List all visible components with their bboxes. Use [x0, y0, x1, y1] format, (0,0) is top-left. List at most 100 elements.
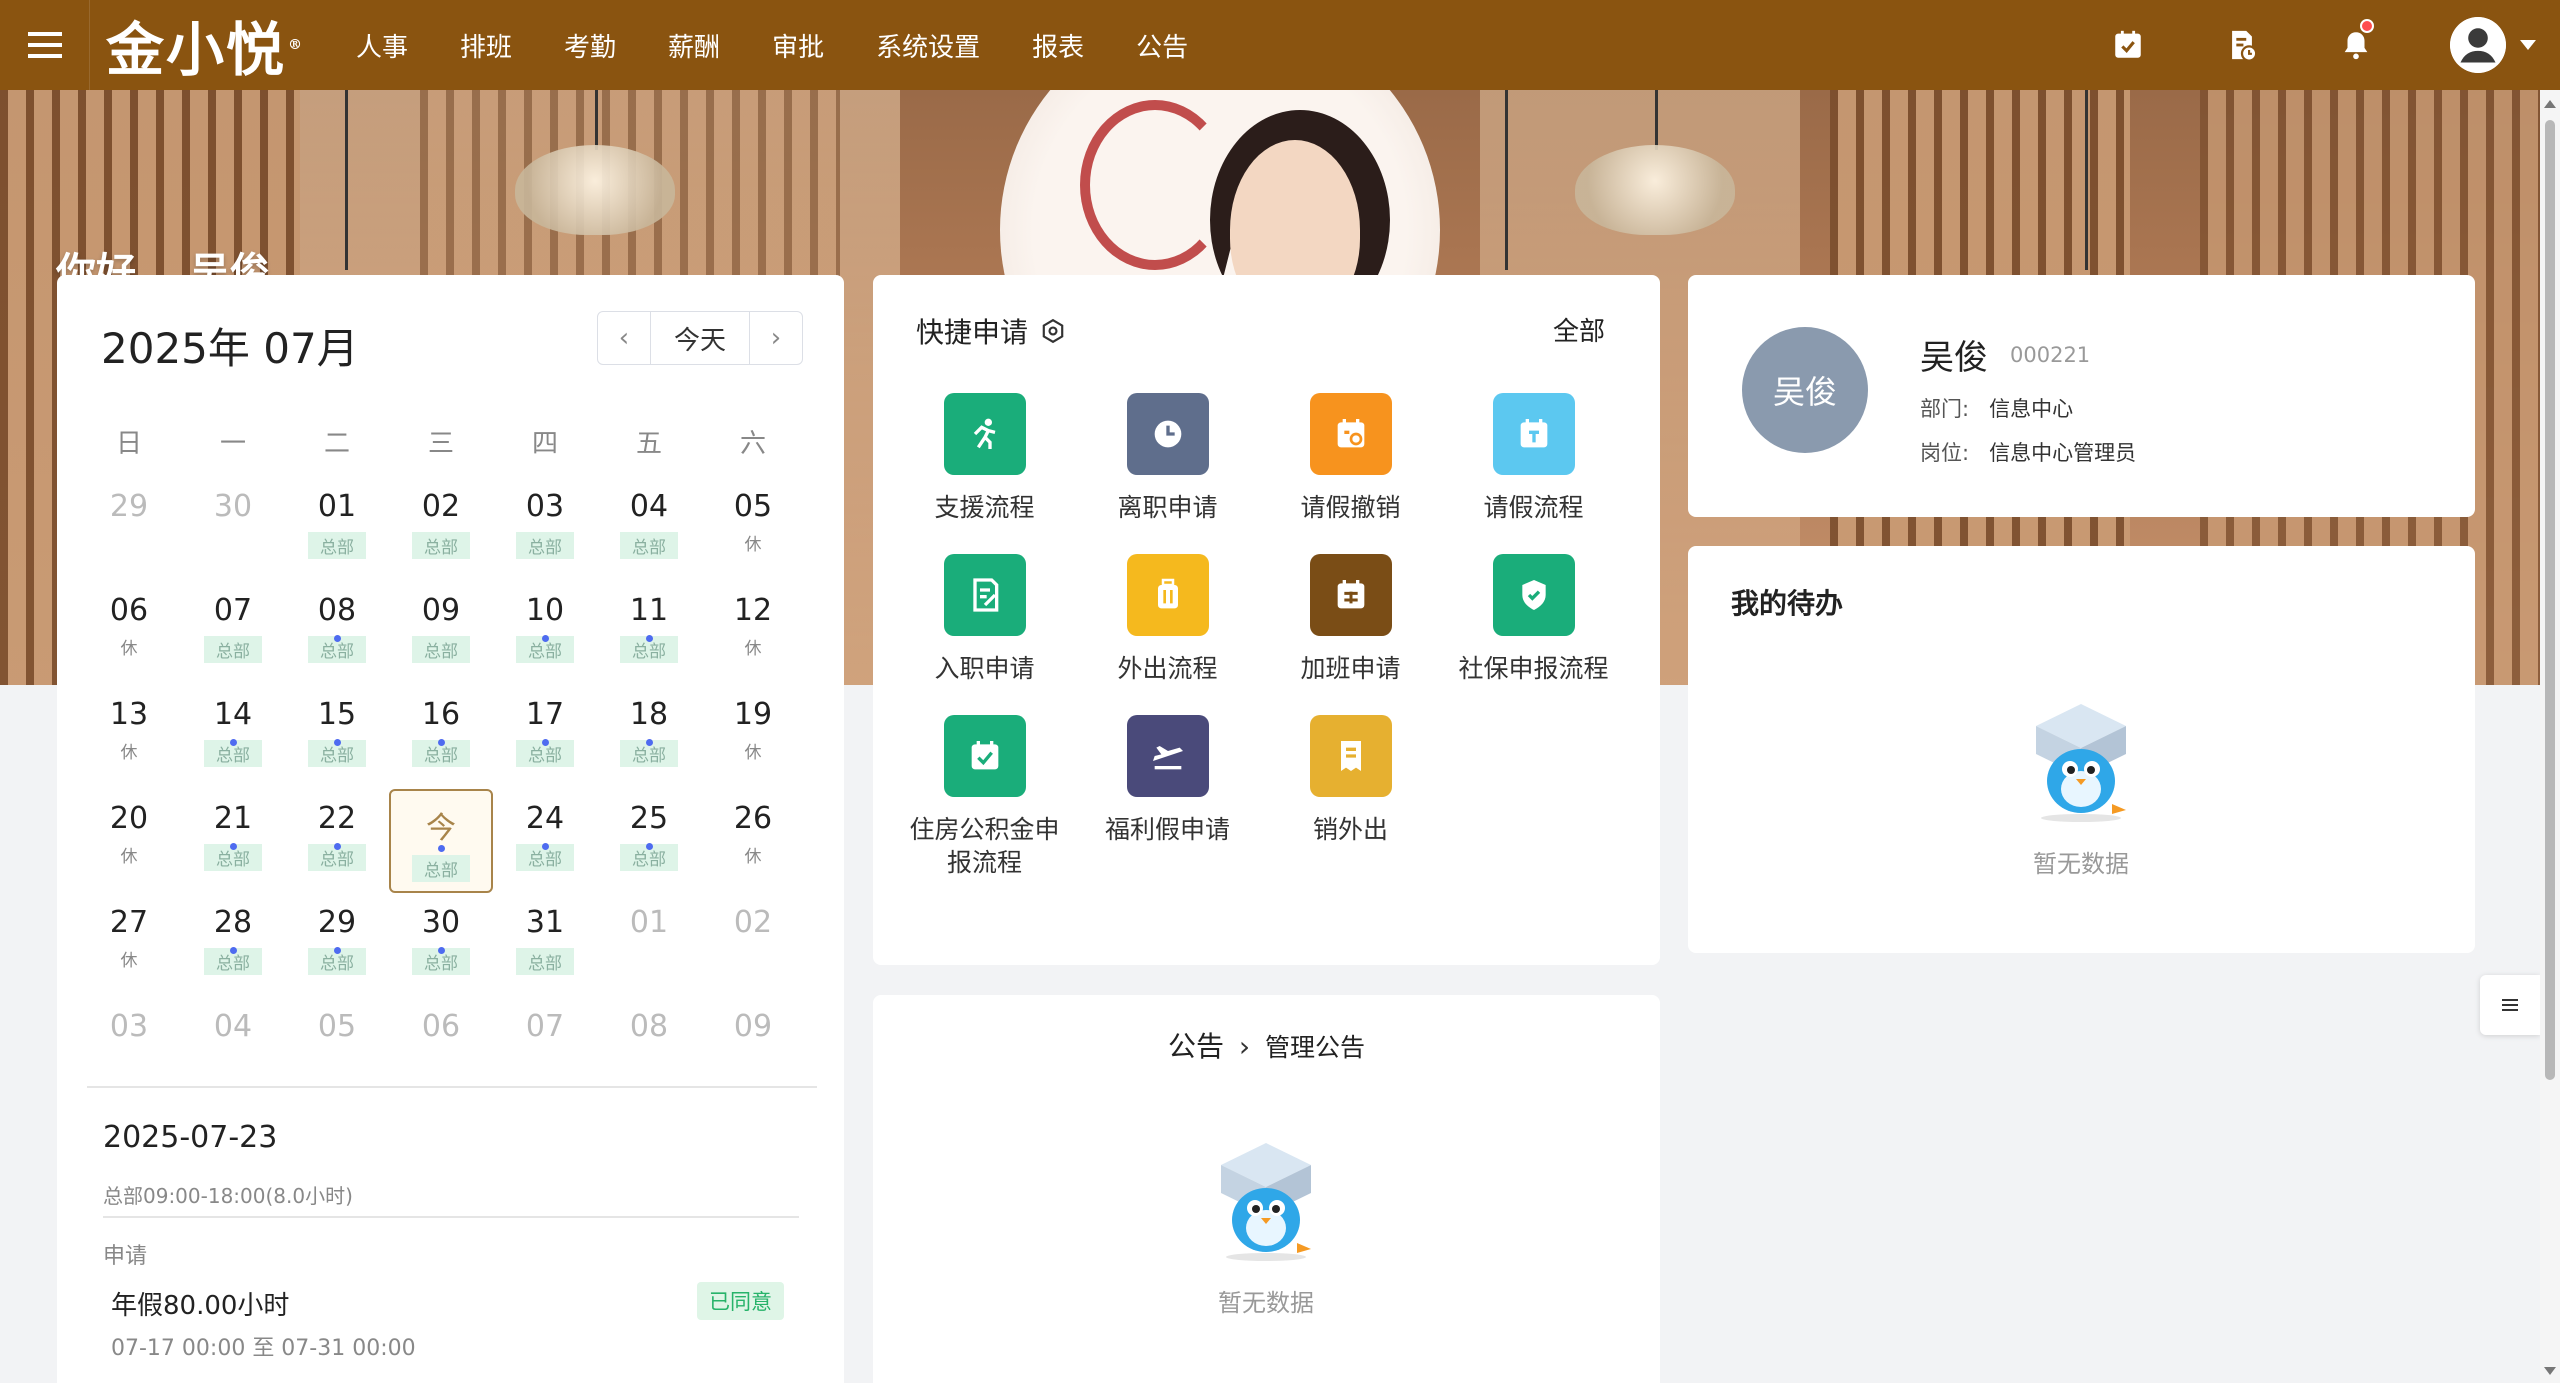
nav-item-3[interactable]: 薪酬: [642, 0, 746, 90]
day-number: 22: [317, 801, 357, 836]
calendar-day[interactable]: 21 总部: [181, 789, 285, 893]
calendar-today-button[interactable]: 今天: [650, 312, 750, 364]
shift-tag: 总部: [412, 636, 470, 663]
quick-apply-all-link[interactable]: 全部: [1553, 311, 1605, 348]
calendar-day[interactable]: 17 总部: [493, 685, 597, 789]
quick-apply-label: 支援流程: [934, 493, 1035, 522]
quick-apply-label: 加班申请: [1300, 654, 1401, 683]
quick-apply-item[interactable]: 福利假申请: [1076, 715, 1259, 879]
calendar-day[interactable]: 01 总部: [285, 477, 389, 581]
event-dot: [541, 739, 549, 746]
calendar-day[interactable]: 03 总部: [493, 477, 597, 581]
calendar-day[interactable]: 19 休: [701, 685, 805, 789]
weekday-label: 二: [323, 428, 350, 459]
calendar-day[interactable]: 01: [597, 893, 701, 997]
day-number: 26: [733, 801, 773, 836]
rest-label: 休: [120, 743, 138, 763]
task-check-icon[interactable]: [2108, 25, 2148, 65]
calendar-week-row: 13 休 14 总部 15 总部 16 总部 17 总部 18 总部 19 休: [77, 685, 807, 789]
shift-tag: 总部: [620, 532, 678, 559]
calendar-day[interactable]: 20 休: [77, 789, 181, 893]
day-number: 06: [421, 1009, 461, 1044]
day-number: 今: [426, 811, 456, 846]
quick-apply-item[interactable]: 请假流程: [1442, 393, 1625, 524]
app-logo[interactable]: 金小悦 ®: [90, 0, 320, 90]
day-number: 05: [733, 489, 773, 524]
calendar-day[interactable]: 13 休: [77, 685, 181, 789]
calendar-day[interactable]: 08 总部: [285, 581, 389, 685]
nav-item-6[interactable]: 报表: [1006, 0, 1110, 90]
leave-request-title[interactable]: 年假80.00小时: [111, 1285, 289, 1322]
quick-apply-item[interactable]: 外出流程: [1076, 554, 1259, 685]
calendar-day[interactable]: 30: [181, 477, 285, 581]
event-dot: [333, 739, 341, 746]
calendar-day[interactable]: 02: [701, 893, 805, 997]
day-number: 09: [733, 1009, 773, 1044]
quick-apply-item[interactable]: 销外出: [1259, 715, 1442, 879]
hamburger-menu-icon[interactable]: [0, 0, 90, 90]
quick-apply-item[interactable]: 社保申报流程: [1442, 554, 1625, 685]
calendar-day[interactable]: 11 总部: [597, 581, 701, 685]
calendar-day[interactable]: 07 总部: [181, 581, 285, 685]
calendar-day-today[interactable]: 今总部: [389, 789, 493, 893]
page-scrollbar[interactable]: [2540, 90, 2560, 1383]
scroll-thumb[interactable]: [2545, 120, 2555, 1080]
calendar-day[interactable]: 18 总部: [597, 685, 701, 789]
nav-item-2[interactable]: 考勤: [538, 0, 642, 90]
calendar-day[interactable]: 10 总部: [493, 581, 597, 685]
calendar-day[interactable]: 09 总部: [389, 581, 493, 685]
nav-item-5[interactable]: 系统设置: [850, 0, 1006, 90]
day-number: 27: [109, 905, 149, 940]
calendar-day[interactable]: 25 总部: [597, 789, 701, 893]
calendar-day[interactable]: 28 总部: [181, 893, 285, 997]
calendar-next-chevron-icon[interactable]: ›: [750, 312, 802, 364]
scroll-down-arrow-icon[interactable]: [2544, 1367, 2556, 1375]
calendar-prev-chevron-icon[interactable]: ‹: [598, 312, 650, 364]
calendar-day[interactable]: 30 总部: [389, 893, 493, 997]
event-dot: [645, 635, 653, 642]
calendar-day[interactable]: 16 总部: [389, 685, 493, 789]
scroll-up-arrow-icon[interactable]: [2544, 100, 2556, 108]
quick-apply-item[interactable]: 离职申请: [1076, 393, 1259, 524]
day-number: 16: [421, 697, 461, 732]
calendar-day[interactable]: 15 总部: [285, 685, 389, 789]
nav-item-7[interactable]: 公告: [1110, 0, 1214, 90]
calendar-day[interactable]: 27 休: [77, 893, 181, 997]
calendar-day[interactable]: 14 总部: [181, 685, 285, 789]
calendar-day[interactable]: 22 总部: [285, 789, 389, 893]
nav-item-0[interactable]: 人事: [330, 0, 434, 90]
nav-item-1[interactable]: 排班: [434, 0, 538, 90]
settings-gear-icon[interactable]: [1040, 318, 1066, 344]
notification-bell-icon[interactable]: [2336, 19, 2376, 65]
leave-request-range: 07-17 00:00 至 07-31 00:00: [111, 1336, 416, 1361]
day-number: 15: [317, 697, 357, 732]
calendar-day[interactable]: 04 总部: [597, 477, 701, 581]
divider: [103, 1216, 799, 1218]
calendar-day[interactable]: 06 休: [77, 581, 181, 685]
nav-item-4[interactable]: 审批: [746, 0, 850, 90]
document-clock-icon[interactable]: [2222, 25, 2262, 65]
quick-apply-item[interactable]: 请假撤销: [1259, 393, 1442, 524]
quick-apply-item[interactable]: 入职申请: [893, 554, 1076, 685]
calendar-day[interactable]: 31 总部: [493, 893, 597, 997]
calendar-day[interactable]: 12 休: [701, 581, 805, 685]
todo-card: 我的待办 暂无数据: [1688, 546, 2475, 953]
rest-label: 休: [120, 847, 138, 867]
event-dot: [645, 739, 653, 746]
user-avatar[interactable]: [2450, 17, 2506, 73]
quick-apply-item[interactable]: 住房公积金申报流程: [893, 715, 1076, 879]
calendar-day[interactable]: 24 总部: [493, 789, 597, 893]
notice-subtitle[interactable]: 管理公告: [1265, 1033, 1365, 1062]
quick-apply-item[interactable]: 支援流程: [893, 393, 1076, 524]
calendar-day[interactable]: 29 总部: [285, 893, 389, 997]
side-panel-toggle-menu-icon[interactable]: [2480, 975, 2540, 1035]
notice-title[interactable]: 公告: [1168, 1030, 1224, 1063]
event-dot: [541, 635, 549, 642]
calendar-day[interactable]: 02 总部: [389, 477, 493, 581]
calendar-day[interactable]: 29: [77, 477, 181, 581]
quick-apply-item[interactable]: 加班申请: [1259, 554, 1442, 685]
calendar-day[interactable]: 05 休: [701, 477, 805, 581]
calendar-day[interactable]: 26 休: [701, 789, 805, 893]
user-menu-chevron-down-icon[interactable]: [2520, 40, 2536, 50]
day-number: 04: [629, 489, 669, 524]
